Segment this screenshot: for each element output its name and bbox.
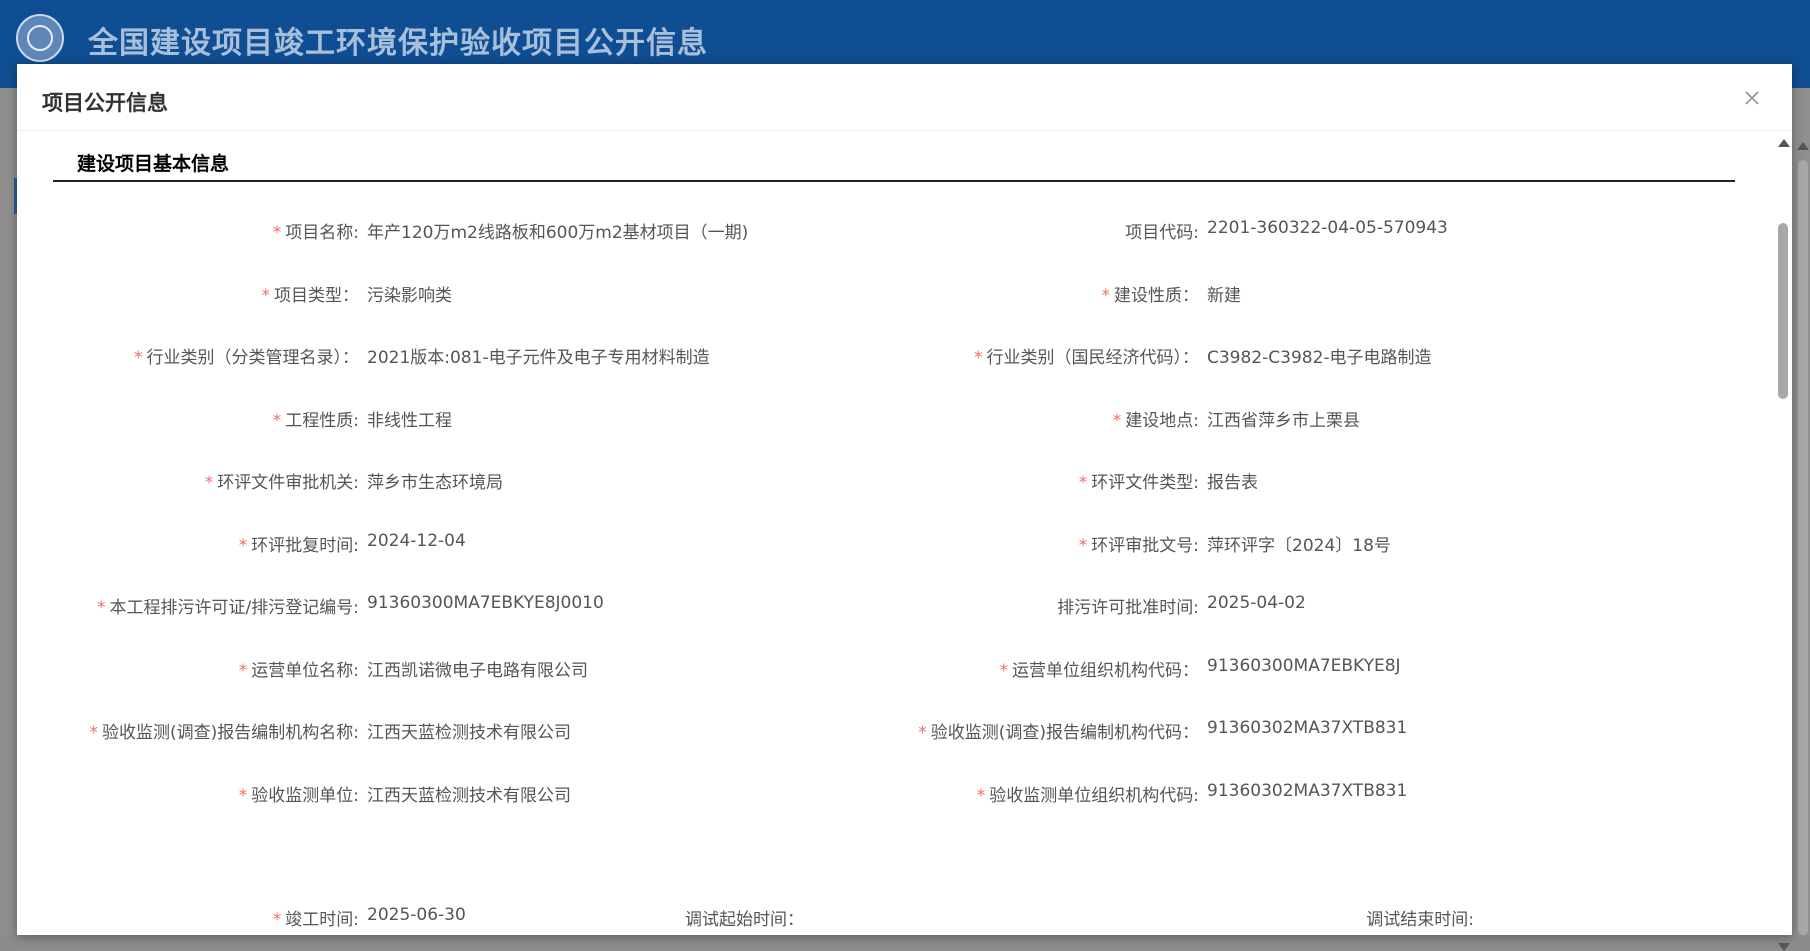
- info-row: * 本工程排污许可证/排污登记编号: 91360300MA7EBKYE8J0010 排…: [17, 589, 1717, 619]
- required-star: *: [1112, 411, 1122, 431]
- site-title: 全国建设项目竣工环境保护验收项目公开信息: [88, 26, 708, 61]
- field-value: 91360302MA37XTB831: [1207, 781, 1408, 801]
- info-row: * 行业类别（分类管理名录）： 2021版本:081-电子元件及电子专用材料制造 * 行…: [17, 339, 1717, 369]
- field-value: 新建: [1207, 286, 1241, 306]
- field-value: 萍环评字〔2024〕18号: [1207, 536, 1391, 556]
- field-label: * 验收监测(调查)报告编制机构代码：: [918, 723, 1199, 743]
- required-star: *: [272, 223, 282, 243]
- required-star: *: [261, 286, 271, 306]
- field-value: 江西省萍乡市上栗县: [1207, 411, 1360, 431]
- field-value: 91360300MA7EBKYE8J0010: [367, 593, 604, 613]
- field-label: * 建设地点:: [1112, 411, 1199, 431]
- field-value: 污染影响类: [367, 286, 452, 306]
- field-label: * 环评文件审批机关:: [204, 473, 359, 493]
- field-value: 2201-360322-04-05-570943: [1207, 218, 1448, 238]
- field-label: * 环评文件类型:: [1078, 473, 1199, 493]
- field-label: * 项目类型：: [261, 286, 360, 306]
- field-label: 排污许可批准时间:: [1057, 598, 1199, 618]
- field-value: 萍乡市生态环境局: [367, 473, 503, 493]
- dialog-title: 项目公开信息: [42, 91, 168, 115]
- required-star: *: [999, 661, 1009, 681]
- required-star: *: [272, 910, 282, 929]
- project-info-dialog: 项目公开信息 建设项目基本信息 * 项目名称: 年产120万m2线路板和600万m2…: [17, 64, 1792, 951]
- field-label: * 验收监测单位组织机构代码:: [976, 786, 1199, 806]
- field-value: 2025-06-30: [367, 905, 466, 925]
- info-row: * 项目类型： 污染影响类 * 建设性质： 新建: [17, 277, 1717, 307]
- info-row: * 工程性质: 非线性工程 * 建设地点: 江西省萍乡市上栗县: [17, 402, 1717, 432]
- field-value: 年产120万m2线路板和600万m2基材项目（一期): [367, 223, 749, 243]
- info-row: * 环评文件审批机关: 萍乡市生态环境局 * 环评文件类型: 报告表: [17, 464, 1717, 494]
- field-label: * 环评批复时间:: [238, 536, 359, 556]
- required-star: *: [1101, 286, 1111, 306]
- field-label: * 行业类别（分类管理名录）：: [134, 348, 359, 368]
- required-star: *: [238, 536, 248, 556]
- info-row: * 项目名称: 年产120万m2线路板和600万m2基材项目（一期) 项目代码: 220…: [17, 214, 1717, 244]
- field-label: * 运营单位组织机构代码：: [999, 661, 1200, 681]
- required-star: *: [238, 661, 248, 681]
- field-label: 调试结束时间:: [1366, 910, 1474, 929]
- section-divider: [53, 180, 1735, 182]
- info-row-completion: * 竣工时间: 2025-06-30 调试起始时间： 调试结束时间:: [17, 901, 1717, 929]
- required-star: *: [238, 786, 248, 806]
- info-row: * 验收监测单位: 江西天蓝检测技术有限公司 * 验收监测单位组织机构代码: 913603…: [17, 777, 1717, 807]
- field-value: C3982-C3982-电子电路制造: [1207, 348, 1432, 368]
- field-value: 报告表: [1207, 473, 1258, 493]
- section-title: 建设项目基本信息: [77, 153, 230, 175]
- field-label: * 验收监测(调查)报告编制机构名称:: [89, 723, 360, 743]
- field-value: 91360302MA37XTB831: [1207, 718, 1408, 738]
- field-value: 91360300MA7EBKYE8J: [1207, 656, 1401, 676]
- scroll-down-icon[interactable]: [1778, 943, 1790, 951]
- field-value: 2021版本:081-电子元件及电子专用材料制造: [367, 348, 710, 368]
- page-scroll-up-icon[interactable]: [1797, 142, 1809, 150]
- field-value: 江西天蓝检测技术有限公司: [367, 786, 571, 806]
- field-label: 项目代码:: [1125, 223, 1199, 243]
- field-label: * 竣工时间:: [272, 910, 359, 929]
- field-label: * 项目名称:: [272, 223, 359, 243]
- info-row: * 环评批复时间: 2024-12-04 * 环评审批文号: 萍环评字〔2024〕18号: [17, 527, 1717, 557]
- field-label: * 本工程排污许可证/排污登记编号:: [97, 598, 359, 618]
- field-value: 江西凯诺微电子电路有限公司: [367, 661, 588, 681]
- field-label: * 工程性质:: [272, 411, 359, 431]
- field-value: 2024-12-04: [367, 531, 466, 551]
- field-value: 江西天蓝检测技术有限公司: [367, 723, 571, 743]
- required-star: *: [1078, 473, 1088, 493]
- required-star: *: [976, 786, 986, 806]
- field-label: * 环评审批文号:: [1078, 536, 1199, 556]
- close-icon[interactable]: [1740, 86, 1764, 110]
- dialog-header: 项目公开信息: [17, 64, 1792, 131]
- emblem-logo-icon: [16, 14, 64, 62]
- field-label: * 运营单位名称:: [238, 661, 359, 681]
- scroll-thumb[interactable]: [1778, 223, 1788, 399]
- required-star: *: [1078, 536, 1088, 556]
- page-scrollbar[interactable]: [1796, 140, 1810, 935]
- required-star: *: [974, 348, 983, 368]
- info-row: * 验收监测(调查)报告编制机构名称: 江西天蓝检测技术有限公司 * 验收监测(调查)报…: [17, 714, 1717, 744]
- page-scroll-thumb[interactable]: [1798, 160, 1808, 935]
- required-star: *: [204, 473, 214, 493]
- required-star: *: [89, 723, 99, 743]
- close-button[interactable]: [1740, 86, 1764, 110]
- dialog-body: 建设项目基本信息 * 项目名称: 年产120万m2线路板和600万m2基材项目（一期…: [17, 131, 1774, 929]
- required-star: *: [918, 723, 927, 743]
- required-star: *: [272, 411, 282, 431]
- field-value: 2025-04-02: [1207, 593, 1306, 613]
- required-star: *: [97, 598, 106, 618]
- required-star: *: [134, 348, 143, 368]
- scroll-up-icon[interactable]: [1778, 139, 1790, 147]
- field-label: * 验收监测单位:: [238, 786, 359, 806]
- info-row: * 运营单位名称: 江西凯诺微电子电路有限公司 * 运营单位组织机构代码： 9136030…: [17, 652, 1717, 682]
- dialog-scrollbar[interactable]: [1774, 131, 1792, 951]
- field-label: * 行业类别（国民经济代码）：: [974, 348, 1199, 368]
- field-value: 非线性工程: [367, 411, 452, 431]
- field-label: * 建设性质：: [1101, 286, 1200, 306]
- field-label: 调试起始时间：: [685, 910, 804, 929]
